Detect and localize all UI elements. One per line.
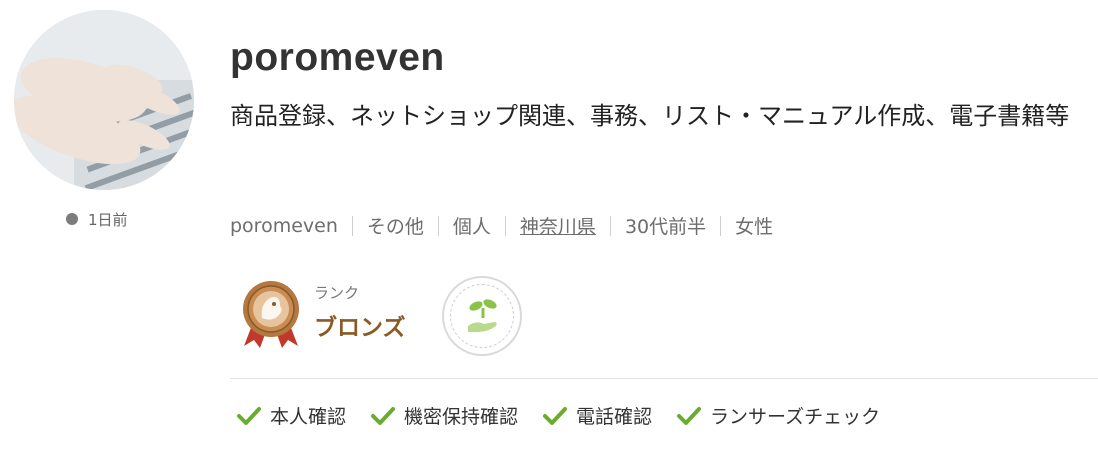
verification-list: 本人確認 機密保持確認 電話確認 ランサーズチェック [236,402,904,429]
meta-type: 個人 [452,216,491,238]
bronze-medal-icon [243,281,299,348]
verification-label: 本人確認 [270,406,347,428]
meta-separator [351,215,353,236]
check-icon [543,406,568,425]
meta-separator [720,215,722,236]
section-divider [230,378,1098,379]
verification-nda: 機密保持確認 [370,402,518,429]
rank-name: ブロンズ [314,315,406,341]
rank-label: ランク [314,284,360,302]
check-icon [371,406,396,425]
status-dot-icon [66,213,78,225]
verification-label: 電話確認 [576,406,653,428]
sprout-hand-icon [468,299,497,332]
meta-username: poromeven [230,214,338,237]
meta-category: その他 [366,216,424,238]
verification-label: 機密保持確認 [404,406,519,428]
check-icon [237,406,261,425]
meta-age: 30代前半 [624,216,707,238]
meta-separator [609,215,611,236]
profile-avatar[interactable] [14,10,194,190]
verification-phone: 電話確認 [542,402,652,429]
rank-badge[interactable]: ランク ブロンズ [240,280,420,352]
last-active-status: 1日前 [66,208,128,230]
profile-meta: poromeven その他 個人 神奈川県 30代前半 女性 [230,212,773,239]
verification-lancers-check: ランサーズチェック [676,402,880,429]
last-active-text: 1日前 [88,210,128,229]
meta-separator [437,215,439,236]
verification-identity: 本人確認 [236,402,346,429]
sprout-badge[interactable] [442,276,522,356]
meta-separator [504,215,506,236]
verification-label: ランサーズチェック [710,406,881,428]
meta-gender: 女性 [735,216,774,238]
meta-location-link[interactable]: 神奈川県 [520,212,596,239]
profile-tagline: 商品登録、ネットショップ関連、事務、リスト・マニュアル作成、電子書籍等 [230,102,1070,130]
check-icon [677,406,702,425]
profile-username: poromeven [230,36,445,79]
